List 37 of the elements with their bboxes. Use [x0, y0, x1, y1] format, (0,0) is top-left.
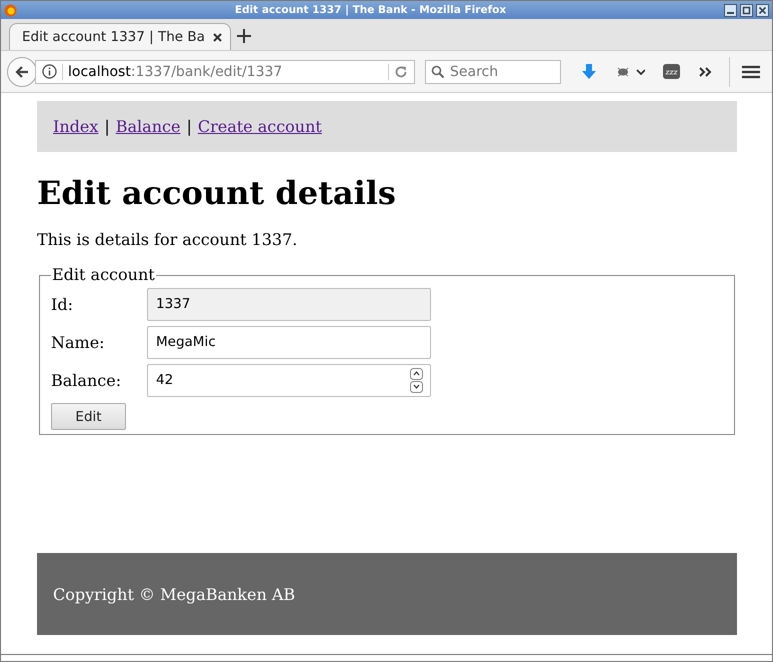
search-field[interactable]: Search	[425, 60, 561, 84]
maximize-icon[interactable]	[740, 4, 753, 16]
menu-icon[interactable]	[742, 64, 760, 78]
close-icon[interactable]	[756, 4, 769, 16]
minimize-icon[interactable]	[724, 4, 737, 16]
search-icon	[431, 64, 445, 78]
nav-link[interactable]: Balance	[116, 117, 180, 136]
separator-text: |	[104, 117, 110, 136]
back-arrow-icon[interactable]	[14, 64, 30, 80]
field-label: Name:	[51, 332, 106, 352]
address-bar[interactable]: localhost:1337/bank/edit/1337	[35, 60, 415, 84]
download-icon[interactable]	[581, 63, 597, 80]
group-legend: Edit account	[51, 265, 156, 285]
info-icon[interactable]	[42, 64, 57, 79]
bug-icon[interactable]	[615, 64, 645, 78]
sleep-icon[interactable]	[663, 64, 680, 79]
reload-icon[interactable]	[394, 64, 408, 78]
window-title: Edit account 1337 | The Bank - Mozilla Firefox	[234, 4, 508, 16]
firefox-icon	[4, 4, 17, 16]
back-button[interactable]	[7, 56, 37, 86]
intro-text: This is details for account 1337.	[37, 229, 298, 251]
new-tab-icon[interactable]	[237, 29, 251, 43]
nav-link[interactable]: Index	[53, 117, 98, 136]
browser-tab[interactable]: Edit account 1337 | The Ba	[9, 23, 231, 50]
url-text: localhost:1337/bank/edit/1337	[68, 64, 284, 80]
copyright-text: Copyright © MegaBanken AB	[53, 584, 296, 604]
nav-link[interactable]: Create account	[198, 117, 322, 136]
close-icon[interactable]	[213, 32, 222, 42]
separator-text: |	[186, 117, 192, 136]
input-field[interactable]: MegaMic	[147, 326, 431, 358]
field-label: Id:	[51, 294, 74, 314]
overflow-icon[interactable]	[698, 66, 712, 78]
field-label: Balance:	[51, 370, 122, 390]
edit-button[interactable]: Edit	[51, 403, 126, 430]
page-heading: Edit account details	[37, 173, 397, 213]
number-field[interactable]: 42	[147, 364, 431, 396]
spinner-icon[interactable]	[410, 368, 423, 392]
